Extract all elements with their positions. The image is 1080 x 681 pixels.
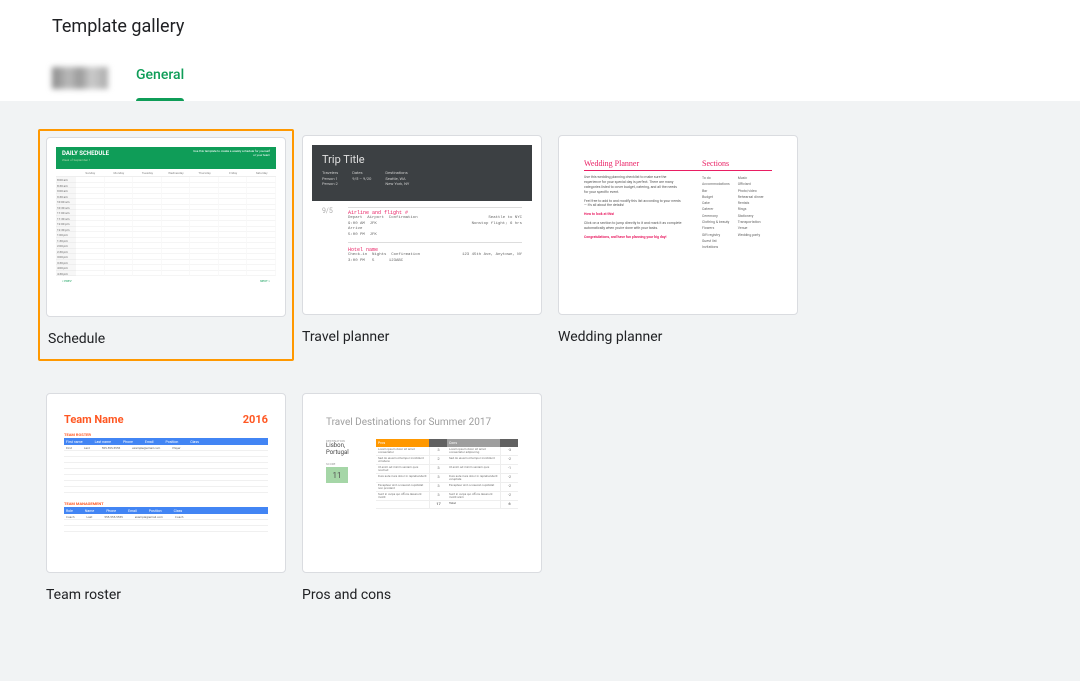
template-travel-planner-label: Travel planner — [302, 329, 550, 345]
tab-org[interactable] — [52, 67, 108, 89]
template-schedule-label: Schedule — [48, 331, 292, 347]
tabs: General — [52, 57, 1028, 101]
template-pros-and-cons[interactable]: Travel Destinations for Summer 2017 DEST… — [294, 387, 550, 615]
schedule-preview: DAILY SCHEDULE Week of September 1 Use t… — [56, 147, 276, 307]
template-travel-planner-thumbnail[interactable]: Trip Title Travelers Person 1 Person 2 D… — [302, 135, 542, 315]
template-team-roster-thumbnail[interactable]: Team Name 2016 TEAM ROSTER First name La… — [46, 393, 286, 573]
tab-general[interactable]: General — [136, 57, 184, 101]
wedding-preview: Wedding Planner Sections Use this weddin… — [568, 145, 788, 305]
template-travel-planner[interactable]: Trip Title Travelers Person 1 Person 2 D… — [294, 129, 550, 361]
travel-preview: Trip Title Travelers Person 1 Person 2 D… — [312, 145, 532, 305]
header: Template gallery General — [0, 0, 1080, 101]
template-team-roster-label: Team roster — [46, 587, 294, 603]
pros-preview: Travel Destinations for Summer 2017 DEST… — [312, 403, 532, 563]
template-team-roster[interactable]: Team Name 2016 TEAM ROSTER First name La… — [38, 387, 294, 615]
template-wedding-planner[interactable]: Wedding Planner Sections Use this weddin… — [550, 129, 806, 361]
team-preview: Team Name 2016 TEAM ROSTER First name La… — [56, 403, 276, 563]
template-schedule[interactable]: DAILY SCHEDULE Week of September 1 Use t… — [38, 129, 294, 361]
template-pros-and-cons-thumbnail[interactable]: Travel Destinations for Summer 2017 DEST… — [302, 393, 542, 573]
template-gallery: DAILY SCHEDULE Week of September 1 Use t… — [0, 101, 1080, 681]
template-schedule-thumbnail[interactable]: DAILY SCHEDULE Week of September 1 Use t… — [46, 137, 286, 317]
template-wedding-planner-label: Wedding planner — [558, 329, 806, 345]
template-pros-and-cons-label: Pros and cons — [302, 587, 550, 603]
schedule-preview-title: DAILY SCHEDULE — [62, 150, 109, 157]
page-title: Template gallery — [52, 16, 1028, 37]
template-wedding-planner-thumbnail[interactable]: Wedding Planner Sections Use this weddin… — [558, 135, 798, 315]
